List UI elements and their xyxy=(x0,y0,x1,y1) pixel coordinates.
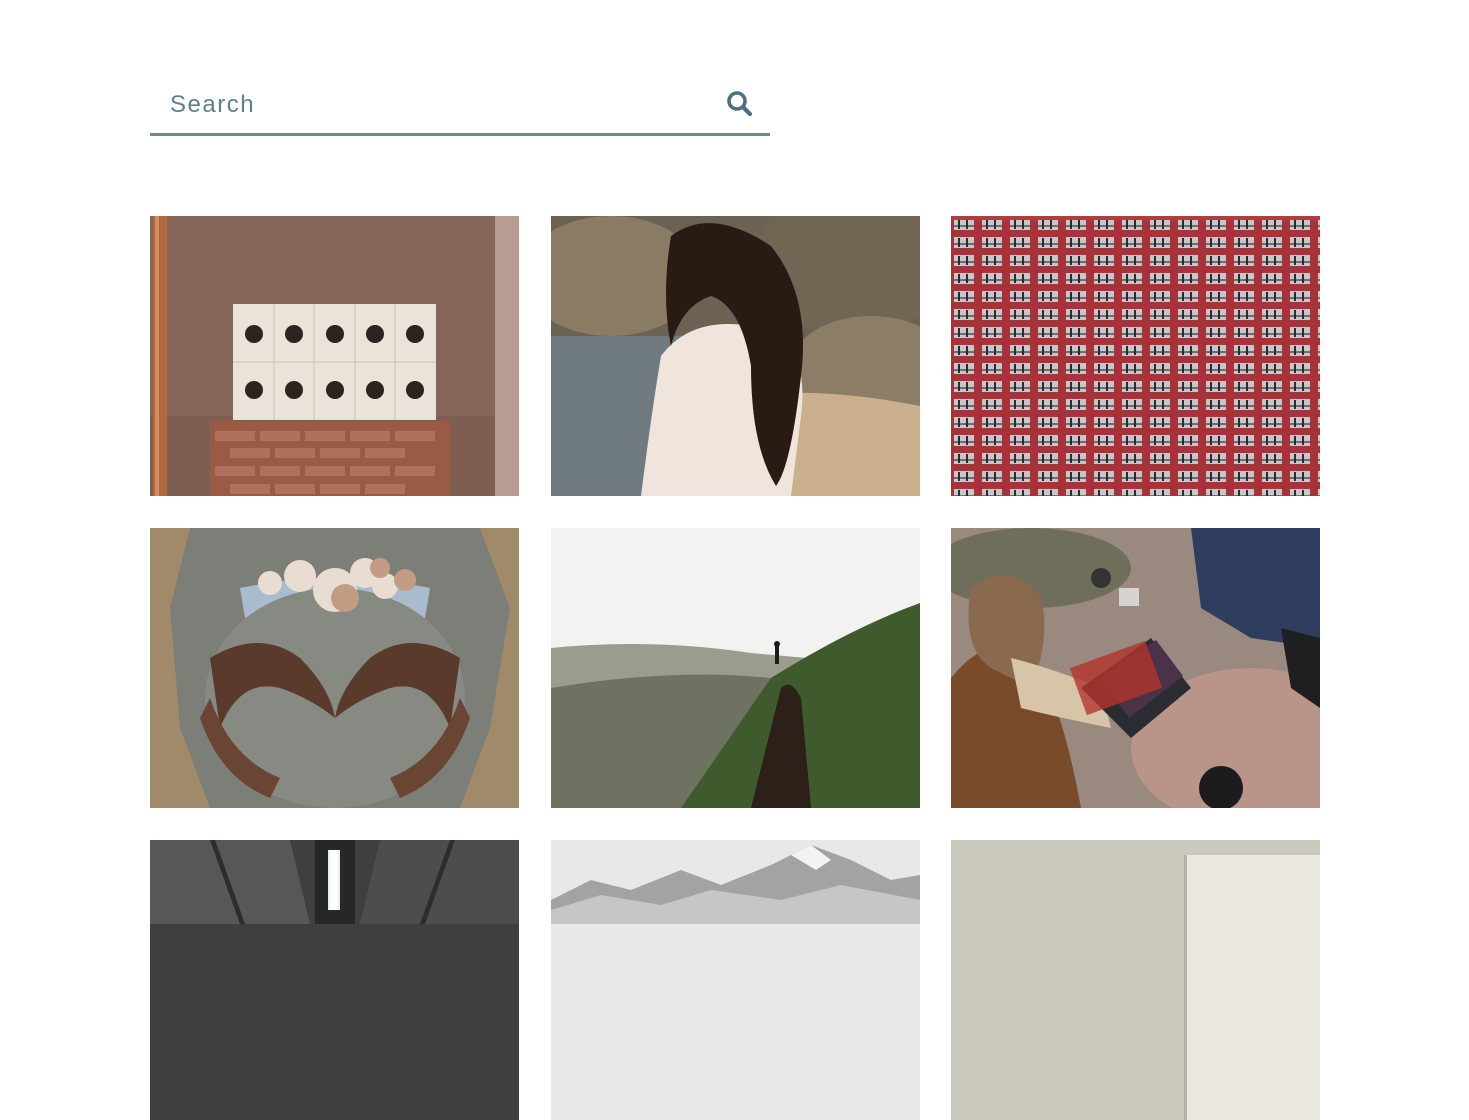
photo-snowy-mountains[interactable] xyxy=(551,840,920,1120)
photo-pregnant-belly-heart-hands[interactable] xyxy=(150,528,519,808)
photo-woman-on-beach[interactable] xyxy=(551,216,920,496)
photo-red-apartment-facade[interactable] xyxy=(951,216,1320,496)
photo-posters-on-brick-wall[interactable] xyxy=(150,216,519,496)
photo-tunnel-lights[interactable] xyxy=(150,840,519,1120)
search-bar xyxy=(150,78,770,136)
photo-woman-with-laptop-outdoors[interactable] xyxy=(951,528,1320,808)
search-icon xyxy=(727,91,753,117)
photo-hiker-on-green-hill[interactable] xyxy=(551,528,920,808)
photo-beige-wall[interactable] xyxy=(951,840,1320,1120)
search-input[interactable] xyxy=(150,78,710,132)
search-button[interactable] xyxy=(724,88,756,120)
